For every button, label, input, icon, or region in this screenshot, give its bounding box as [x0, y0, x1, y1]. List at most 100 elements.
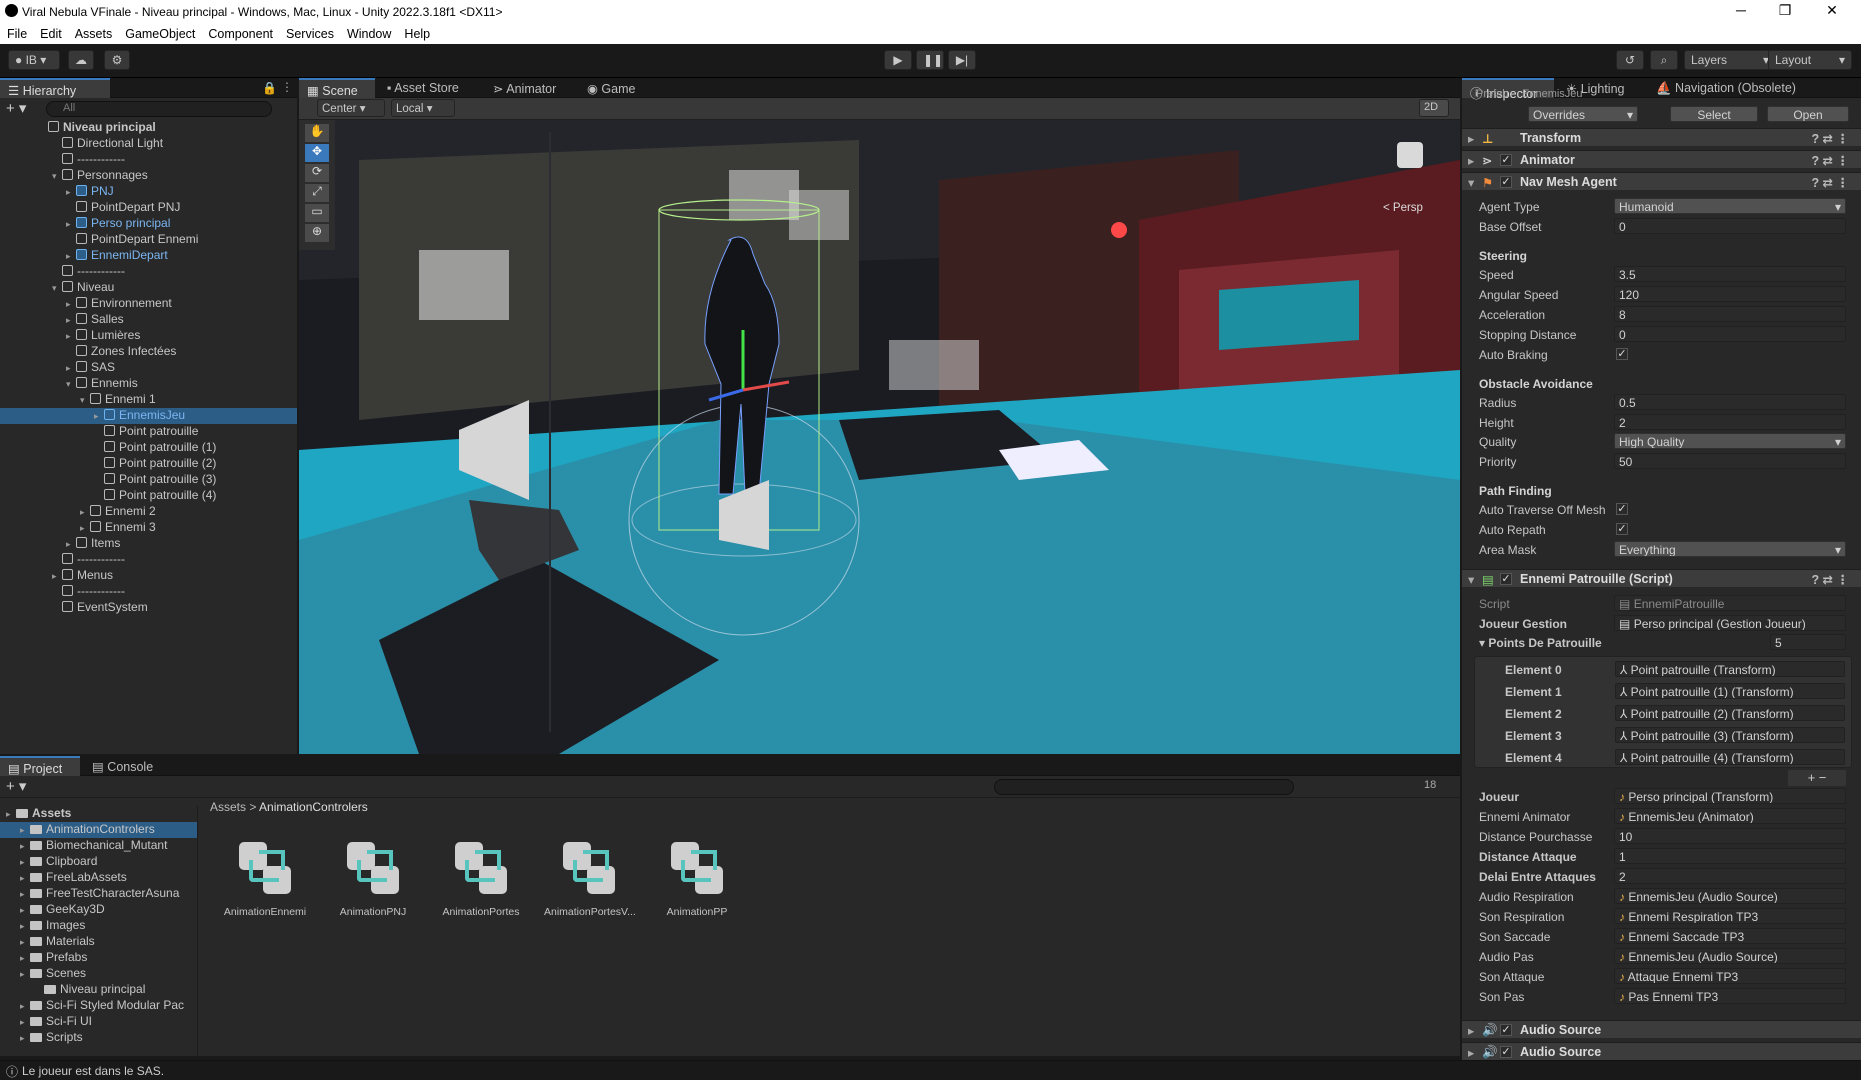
collab-icon[interactable]: ⚙ — [104, 50, 130, 70]
script-field-value[interactable]: 1 — [1614, 848, 1846, 864]
element-object-field[interactable]: ⅄ Point patrouille (1) (Transform) — [1615, 683, 1845, 699]
auto-repath-checkbox[interactable]: ✓ — [1616, 523, 1628, 535]
hierarchy-row[interactable]: Point patrouille (4) — [0, 488, 297, 504]
tab-asset-store[interactable]: ▪ Asset Store — [379, 78, 467, 98]
hierarchy-row[interactable]: ▸ Environnement — [0, 296, 297, 312]
hierarchy-row[interactable]: PointDepart Ennemi — [0, 232, 297, 248]
hierarchy-row[interactable]: Zones Infectées — [0, 344, 297, 360]
expand-arrow-icon[interactable]: ▸ — [66, 187, 76, 198]
expand-arrow-icon[interactable]: ▸ — [20, 1001, 30, 1012]
project-folder-row[interactable]: ▸ Sci-Fi UI — [0, 1014, 197, 1030]
expand-arrow-icon[interactable]: ▾ — [80, 395, 90, 406]
project-folder-row[interactable]: ▸ Assets — [0, 806, 197, 822]
breadcrumb-root[interactable]: Assets — [210, 800, 246, 814]
expand-arrow-icon[interactable]: ▸ — [20, 841, 30, 852]
tab-animator[interactable]: ⋗ Animator — [485, 78, 564, 98]
expand-arrow-icon[interactable]: ▸ — [66, 251, 76, 262]
quality-dropdown[interactable]: High Quality ▾ — [1614, 433, 1846, 449]
tab-hierarchy[interactable]: ☰ Hierarchy — [0, 78, 110, 98]
navmesh-enabled-checkbox[interactable]: ✓ — [1500, 176, 1512, 188]
project-folder-row[interactable]: ▸ Scenes — [0, 966, 197, 982]
asset-item[interactable]: AnimationEnnemi — [220, 836, 310, 918]
hierarchy-row[interactable]: ▸ Menus — [0, 568, 297, 584]
layers-dropdown[interactable]: Layers ▾ — [1684, 50, 1776, 70]
joueur-gestion-field[interactable]: ▤ Perso principal (Gestion Joueur) — [1614, 615, 1846, 631]
hierarchy-row[interactable]: ▸ Perso principal — [0, 216, 297, 232]
tab-navigation[interactable]: ⛵ Navigation (Obsolete) — [1648, 78, 1804, 98]
expand-arrow-icon[interactable]: ▸ — [20, 873, 30, 884]
asset-item[interactable]: AnimationPortesV... — [544, 836, 636, 918]
project-folder-row[interactable]: ▸ FreeLabAssets — [0, 870, 197, 886]
expand-arrow-icon[interactable]: ▸ — [20, 953, 30, 964]
project-folder-row[interactable]: ▸ Materials — [0, 934, 197, 950]
audio-source-2-header[interactable]: ▸ 🔊 ✓ Audio Source — [1462, 1042, 1861, 1060]
hierarchy-row[interactable]: PointDepart PNJ — [0, 200, 297, 216]
menu-window[interactable]: Window — [340, 24, 397, 41]
component-menu-icon[interactable]: ? ⇄ ⋮ — [1811, 131, 1849, 146]
more-icon[interactable]: ⋮ — [281, 80, 293, 94]
rotate-tool-icon[interactable]: ⟳ — [305, 164, 329, 182]
hierarchy-row[interactable]: Point patrouille (2) — [0, 456, 297, 472]
scale-tool-icon[interactable]: ⤢ — [305, 184, 329, 202]
gizmo-cube[interactable] — [1397, 142, 1423, 168]
menu-assets[interactable]: Assets — [68, 24, 119, 41]
expand-arrow-icon[interactable]: ▸ — [66, 315, 76, 326]
script-field-value[interactable]: ♪ Ennemi Respiration TP3 — [1614, 908, 1846, 924]
search-icon[interactable]: ⌕ — [1650, 50, 1678, 70]
acceleration-field[interactable]: 8 — [1614, 306, 1846, 322]
script-field-value[interactable]: ♪ EnnemisJeu (Animator) — [1614, 808, 1846, 824]
lock-icon[interactable]: 🔒 — [262, 81, 277, 95]
script-field-value[interactable]: 2 — [1614, 868, 1846, 884]
menu-component[interactable]: Component — [201, 24, 279, 41]
tab-console[interactable]: ▤ Console — [84, 756, 161, 776]
script-field-value[interactable]: ♪ Ennemi Saccade TP3 — [1614, 928, 1846, 944]
persp-label[interactable]: < Persp — [1383, 202, 1423, 214]
agent-type-dropdown[interactable]: Humanoid ▾ — [1614, 198, 1846, 214]
hierarchy-row[interactable]: ▾ Ennemi 1 — [0, 392, 297, 408]
maximize-button[interactable]: ❐ — [1763, 2, 1807, 19]
pause-button[interactable]: ❚❚ — [916, 50, 944, 70]
expand-arrow-icon[interactable]: ▸ — [52, 571, 62, 582]
hierarchy-row[interactable]: ▸ SAS — [0, 360, 297, 376]
expand-arrow-icon[interactable]: ▸ — [20, 969, 30, 980]
expand-arrow-icon[interactable]: ▸ — [66, 331, 76, 342]
priority-field[interactable]: 50 — [1614, 453, 1846, 469]
select-button[interactable]: Select — [1670, 106, 1758, 122]
animator-enabled-checkbox[interactable]: ✓ — [1500, 154, 1512, 166]
menu-gameobject[interactable]: GameObject — [118, 24, 201, 41]
hierarchy-row[interactable]: ------------ — [0, 584, 297, 600]
audio-1-enabled-checkbox[interactable]: ✓ — [1500, 1024, 1512, 1036]
history-icon[interactable]: ↺ — [1616, 50, 1644, 70]
hierarchy-row[interactable]: ▾ Niveau — [0, 280, 297, 296]
status-message[interactable]: Le joueur est dans le SAS. — [22, 1064, 164, 1078]
hierarchy-row[interactable]: ------------ — [0, 264, 297, 280]
script-field-value[interactable]: ♪ EnnemisJeu (Audio Source) — [1614, 948, 1846, 964]
expand-arrow-icon[interactable]: ▸ — [20, 889, 30, 900]
project-folder-row[interactable]: ▸ GeeKay3D — [0, 902, 197, 918]
menu-file[interactable]: File — [0, 24, 33, 41]
hierarchy-row[interactable]: ▸ PNJ — [0, 184, 297, 200]
expand-arrow-icon[interactable]: ▸ — [20, 905, 30, 916]
close-button[interactable]: ✕ — [1810, 2, 1854, 19]
base-offset-field[interactable]: 0 — [1614, 218, 1846, 234]
expand-arrow-icon[interactable]: ▸ — [66, 363, 76, 374]
audio-source-1-header[interactable]: ▸ 🔊 ✓ Audio Source — [1462, 1020, 1861, 1038]
component-menu-icon[interactable]: ? ⇄ ⋮ — [1811, 153, 1849, 168]
expand-arrow-icon[interactable]: ▾ — [52, 171, 62, 182]
asset-item[interactable]: AnimationPP — [652, 836, 742, 918]
move-tool-icon[interactable]: ✥ — [305, 144, 329, 162]
project-folder-row[interactable]: Niveau principal — [0, 982, 197, 998]
project-folder-row[interactable]: ▸ Images — [0, 918, 197, 934]
overrides-dropdown[interactable]: Overrides ▾ — [1528, 106, 1638, 122]
expand-arrow-icon[interactable]: ▾ — [66, 379, 76, 390]
transform-tool-icon[interactable]: ⊕ — [305, 224, 329, 242]
expand-arrow-icon[interactable]: ▸ — [6, 809, 16, 820]
hierarchy-row[interactable]: Point patrouille (3) — [0, 472, 297, 488]
navmesh-header[interactable]: ▾ ⚑ ✓ Nav Mesh Agent? ⇄ ⋮ — [1462, 172, 1861, 190]
component-menu-icon[interactable]: ? ⇄ ⋮ — [1811, 572, 1849, 587]
asset-item[interactable]: AnimationPNJ — [328, 836, 418, 918]
breadcrumb-current[interactable]: AnimationControlers — [259, 800, 368, 814]
hierarchy-row[interactable]: ▸ Salles — [0, 312, 297, 328]
project-folder-row[interactable]: ▸ Clipboard — [0, 854, 197, 870]
project-folder-row[interactable]: ▸ AnimationControlers — [0, 822, 197, 838]
